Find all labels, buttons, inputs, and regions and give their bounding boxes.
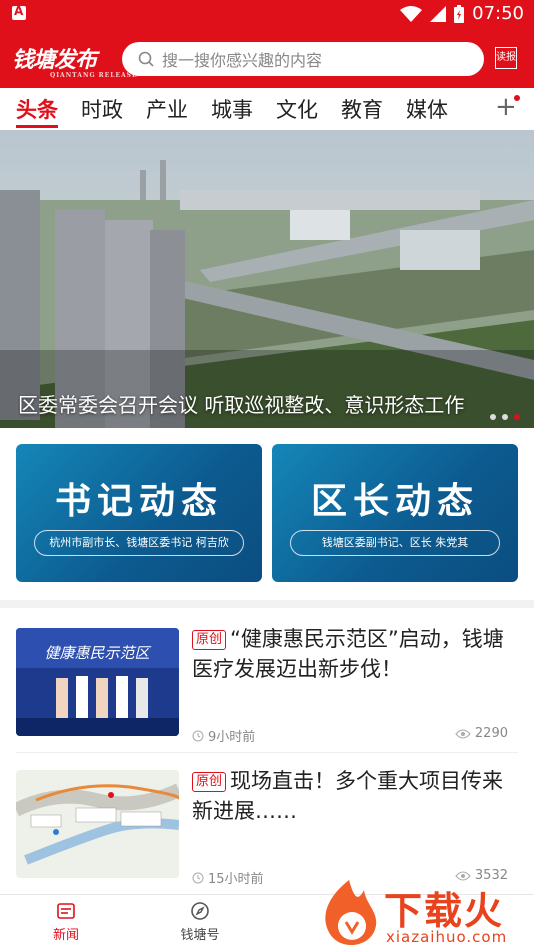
news-time-text: 9小时前 [208,730,256,745]
battery-icon [454,4,465,23]
system-icons: 07:50 [400,3,524,24]
carousel-dot-active [514,414,520,420]
tab-media[interactable]: 媒体 [406,94,448,124]
clock-icon [192,872,204,883]
newspaper-icon [57,903,75,919]
tab-culture[interactable]: 文化 [276,94,318,124]
app-logo[interactable]: 钱塘发布 QIANTANG RELEASE [12,42,138,79]
card-subtitle: 钱塘区委副书记、区长 朱党其 [290,530,500,556]
status-bar: 07:50 [0,0,534,28]
original-tag: 原创 [192,772,227,792]
tab-education[interactable]: 教育 [341,94,383,124]
news-time: 15小时前 [192,868,264,887]
flame-logo-icon [325,880,377,946]
eye-icon [455,729,471,738]
search-bar[interactable]: 搜一搜你感兴趣的内容 [122,42,484,76]
original-tag: 原创 [192,630,227,650]
tab-headlines[interactable]: 头条 [16,94,58,124]
news-headline: 现场直击！多个重大项目传来新进展…… [192,769,504,823]
banner-caption: 区委常委会召开会议 听取巡视整改、意识形态工作 [18,393,465,417]
clock-icon [192,730,204,741]
news-thumbnail: 健康惠民示范区 [16,628,179,736]
wifi-icon [400,5,423,22]
tab-politics[interactable]: 时政 [81,94,123,124]
active-tab-indicator [16,125,58,128]
section-divider [0,600,534,608]
read-newspaper-button[interactable]: 读报 [495,47,517,69]
search-icon [138,51,154,67]
carousel-indicator [490,414,520,420]
news-title: 原创 现场直击！多个重大项目传来新进展…… [192,766,522,826]
logo-text: 钱塘发布 [12,47,97,73]
logo-subtitle: QIANTANG RELEASE [50,72,138,79]
signal-icon [430,5,447,22]
top-bar: 钱塘发布 QIANTANG RELEASE 搜一搜你感兴趣的内容 读报 [0,28,534,88]
news-time-text: 15小时前 [208,872,264,887]
channel-tabs: 头条 时政 产业 城事 文化 教育 媒体 + [0,88,534,130]
search-placeholder: 搜一搜你感兴趣的内容 [162,51,323,70]
card-title: 区长动态 [310,481,479,522]
carousel-dot [502,414,508,420]
watermark-text: 下载火 [384,889,505,933]
card-subtitle: 杭州市副市长、钱塘区委书记 柯吉欣 [34,530,244,556]
news-separator [16,752,518,753]
clock: 07:50 [472,3,524,24]
secretary-news-card[interactable]: 书记动态 杭州市副市长、钱塘区委书记 柯吉欣 [16,444,262,582]
nav-news-label: 新闻 [52,928,79,943]
nav-qiantang[interactable]: 钱塘号 [160,901,240,943]
compass-icon [191,902,209,920]
news-time: 9小时前 [192,726,255,745]
news-headline: “健康惠民示范区”启动，钱塘医疗发展迈出新步伐！ [192,627,504,681]
nav-news[interactable]: 新闻 [26,901,106,943]
notification-a-icon [12,4,26,20]
news-thumbnail [16,770,179,878]
banner-carousel[interactable]: 区委常委会召开会议 听取巡视整改、意识形态工作 [0,130,534,428]
news-views-count: 2290 [474,726,508,741]
tab-city[interactable]: 城事 [211,94,253,124]
tab-industry[interactable]: 产业 [146,94,188,124]
mayor-news-card[interactable]: 区长动态 钱塘区委副书记、区长 朱党其 [272,444,518,582]
carousel-dot [490,414,496,420]
news-views: 2290 [455,726,508,741]
banner-image [0,130,534,428]
news-item[interactable]: 健康惠民示范区 原创 “健康惠民示范区”启动，钱塘医疗发展迈出新步伐！ 9小时前 … [0,627,534,768]
watermark-url: xiazaihuo.com [386,928,508,946]
thumbnail-banner-text: 健康惠民示范区 [44,644,151,662]
card-title: 书记动态 [54,481,223,522]
nav-qiantang-label: 钱塘号 [180,928,220,943]
watermark: 下载火 xiazaihuo.com [316,878,534,950]
news-title: 原创 “健康惠民示范区”启动，钱塘医疗发展迈出新步伐！ [192,624,522,684]
new-channel-dot [514,95,520,101]
